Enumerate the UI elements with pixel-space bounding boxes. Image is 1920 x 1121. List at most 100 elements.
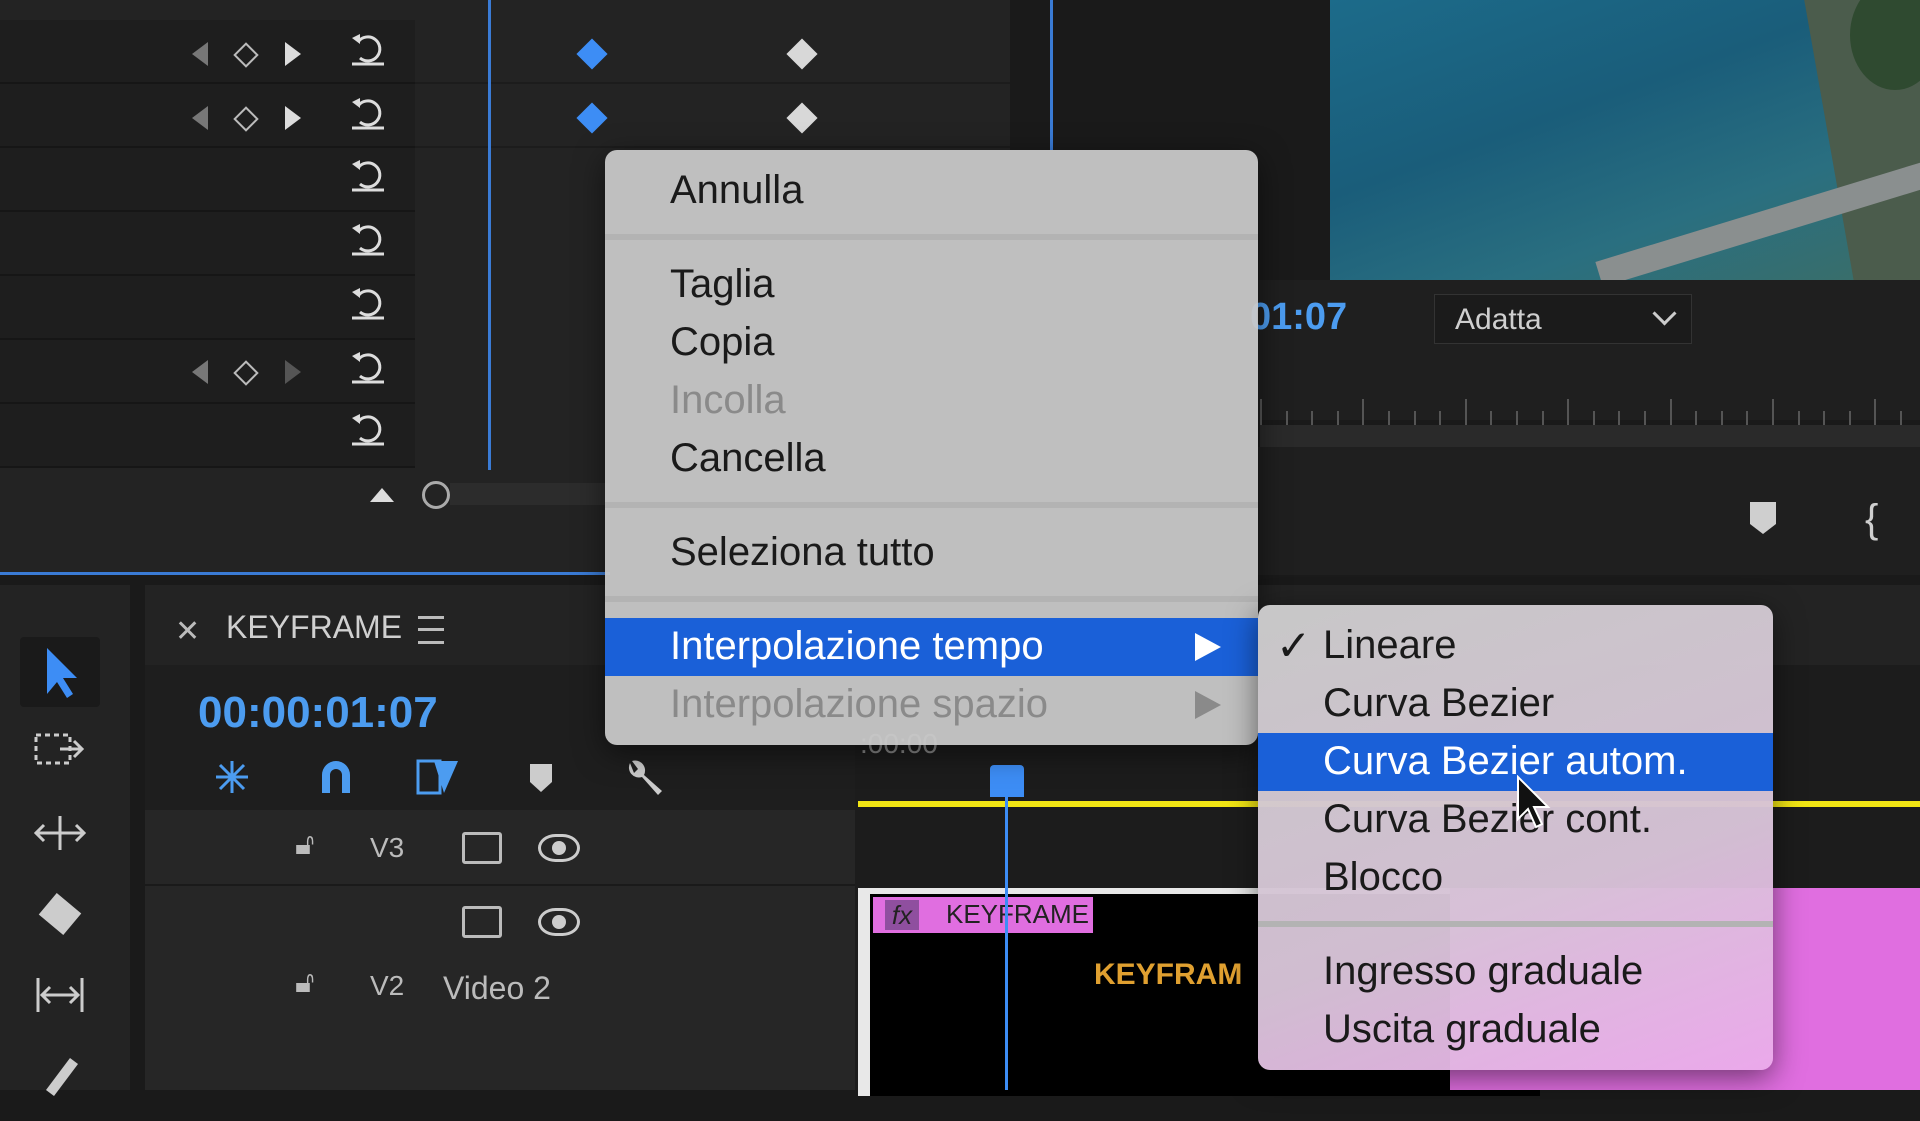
add-marker-icon[interactable]	[1750, 502, 1776, 534]
previous-keyframe-button[interactable]	[192, 42, 208, 66]
interpolation-submenu: ✓ Lineare Curva Bezier Curva Bezier auto…	[1258, 605, 1773, 1070]
ripple-edit-tool-button[interactable]	[20, 798, 100, 868]
eye-icon[interactable]	[538, 908, 580, 936]
submenu-item-ease-in[interactable]: Ingresso graduale	[1323, 949, 1643, 994]
property-timeline-row	[415, 20, 1010, 84]
submenu-item-bezier[interactable]: Curva Bezier	[1323, 681, 1554, 726]
ruler-tick	[1618, 411, 1621, 425]
reset-parameter-icon[interactable]	[348, 92, 388, 132]
ruler-tick	[1823, 411, 1826, 425]
program-zoom-bar[interactable]	[1260, 425, 1920, 447]
add-marker-icon[interactable]	[526, 760, 556, 796]
clip-name: KEYFRAME	[946, 899, 1090, 929]
submenu-item-continuous-bezier[interactable]: Curva Bezier cont.	[1323, 797, 1652, 842]
lock-icon[interactable]: 🔓︎	[295, 828, 314, 862]
next-keyframe-button[interactable]	[285, 106, 301, 130]
menu-item-temporal-interpolation[interactable]: Interpolazione tempo	[670, 624, 1044, 669]
scroll-up-icon[interactable]	[370, 488, 394, 502]
menu-item-undo[interactable]: Annulla	[670, 168, 803, 213]
slip-tool-button[interactable]	[20, 960, 100, 1030]
ruler-tick	[1516, 411, 1518, 425]
submenu-arrow-icon	[1195, 691, 1221, 719]
previous-keyframe-button[interactable]	[192, 360, 208, 384]
sequence-tab-name[interactable]: KEYFRAME	[226, 609, 402, 646]
menu-item-cut[interactable]: Taglia	[670, 262, 775, 307]
ruler-tick	[1900, 411, 1902, 425]
linked-selection-icon[interactable]	[414, 755, 462, 799]
fit-dropdown[interactable]: Adatta	[1434, 294, 1692, 344]
program-ruler[interactable]	[1260, 395, 1920, 425]
reset-parameter-icon[interactable]	[348, 154, 388, 194]
ruler-tick	[1336, 411, 1339, 425]
submenu-item-linear[interactable]: Lineare	[1323, 623, 1456, 668]
program-timecode[interactable]: 01:07	[1250, 296, 1347, 339]
ruler-tick	[1439, 411, 1442, 425]
track-name[interactable]: Video 2	[443, 970, 551, 1007]
ruler-tick	[1592, 411, 1595, 425]
eye-icon[interactable]	[538, 834, 580, 862]
ruler-tick	[1541, 411, 1544, 425]
track-label: V2	[370, 970, 405, 1001]
nest-toggle-icon[interactable]	[210, 755, 254, 799]
ruler-tick	[1567, 399, 1570, 425]
mouse-cursor-icon	[1517, 775, 1551, 829]
reset-parameter-icon[interactable]	[348, 218, 388, 258]
submenu-item-ease-out[interactable]: Uscita graduale	[1323, 1007, 1601, 1052]
ruler-tick	[1746, 411, 1749, 425]
sync-lock-icon[interactable]	[462, 906, 502, 938]
playhead-handle[interactable]	[990, 765, 1024, 797]
menu-item-select-all[interactable]: Seleziona tutto	[670, 530, 935, 575]
ruler-tick	[1772, 399, 1774, 425]
zoom-scrollbar[interactable]	[450, 483, 610, 505]
clip-title-preview: KEYFRAM	[1094, 958, 1243, 991]
sync-lock-icon[interactable]	[462, 832, 502, 864]
playhead-line[interactable]	[1005, 797, 1008, 1090]
mark-in-icon[interactable]: {	[1865, 497, 1878, 542]
selection-tool-button[interactable]	[20, 637, 100, 707]
reset-parameter-icon[interactable]	[348, 346, 388, 386]
zoom-handle-icon[interactable]	[422, 481, 450, 509]
next-keyframe-button[interactable]	[285, 360, 301, 384]
ruler-tick	[1285, 411, 1288, 425]
reset-parameter-icon[interactable]	[348, 282, 388, 322]
menu-item-copy[interactable]: Copia	[670, 320, 775, 365]
sequence-timecode[interactable]: 00:00:01:07	[198, 688, 438, 738]
pen-tool-button[interactable]	[20, 1040, 100, 1110]
track-header-v3[interactable]: 🔓︎ V3	[145, 810, 855, 886]
ruler-tick	[1311, 411, 1314, 425]
submenu-item-hold[interactable]: Blocco	[1323, 855, 1443, 900]
reset-parameter-icon[interactable]	[348, 408, 388, 448]
effect-controls-out-line	[1050, 0, 1053, 150]
menu-item-paste: Incolla	[670, 378, 786, 422]
submenu-item-auto-bezier[interactable]: Curva Bezier autom.	[1323, 739, 1688, 784]
panel-menu-icon[interactable]	[418, 616, 444, 644]
panel-divider[interactable]	[0, 572, 610, 575]
ruler-tick	[1490, 411, 1493, 425]
selection-arrow-icon	[47, 648, 77, 698]
razor-tool-button[interactable]	[20, 880, 100, 950]
wrench-icon[interactable]	[620, 755, 666, 801]
program-monitor-video	[1330, 0, 1920, 280]
ruler-tick	[1413, 411, 1416, 425]
tools-panel	[0, 585, 130, 1096]
ruler-tick	[1260, 399, 1262, 425]
effect-controls-playhead[interactable]	[488, 0, 491, 470]
ruler-tick	[1874, 399, 1877, 425]
chevron-down-icon	[1652, 301, 1677, 326]
slip-icon	[36, 978, 84, 1012]
reset-parameter-icon[interactable]	[348, 28, 388, 68]
ruler-tick	[1388, 411, 1390, 425]
close-icon[interactable]: ✕	[175, 614, 200, 649]
track-header-v2[interactable]: 🔓︎ V2 Video 2	[145, 886, 855, 1090]
snap-magnet-icon[interactable]	[314, 755, 358, 799]
fx-badge[interactable]: fx	[885, 900, 919, 930]
track-select-tool-button[interactable]	[20, 717, 100, 787]
previous-keyframe-button[interactable]	[192, 106, 208, 130]
fit-dropdown-value: Adatta	[1455, 303, 1542, 336]
context-menu: Annulla Taglia Copia Incolla Cancella Se…	[605, 150, 1258, 745]
submenu-arrow-icon	[1195, 633, 1221, 661]
menu-item-clear[interactable]: Cancella	[670, 436, 826, 481]
next-keyframe-button[interactable]	[285, 42, 301, 66]
lock-icon[interactable]: 🔓︎	[295, 966, 314, 1000]
ruler-tick	[1695, 411, 1698, 425]
